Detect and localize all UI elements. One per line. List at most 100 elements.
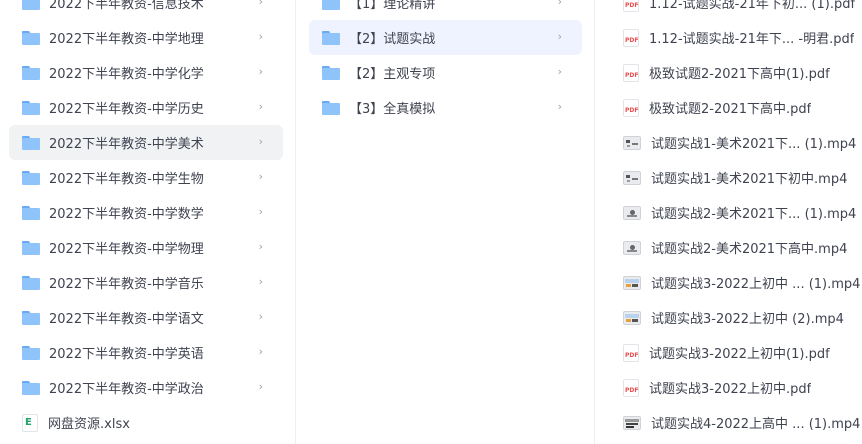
folder-icon [22, 170, 40, 185]
file-item-pdf[interactable]: PDF 1.12-试题实战-21年下初... (1).pdf [596, 0, 862, 20]
file-item-pdf[interactable]: PDF 1.12-试题实战-21年下... -明君.pdf [596, 20, 862, 55]
folder-label: 【2】试题实战 [349, 32, 436, 47]
file-item-video[interactable]: 试题实战3-2022上初中 (2).mp4 [596, 300, 862, 335]
chevron-right-icon: › [258, 240, 263, 253]
file-label: 1.12-试题实战-21年下初... (1).pdf [649, 0, 856, 12]
folder-label: 【3】全真模拟 [349, 102, 436, 117]
file-item-video[interactable]: 试题实战1-美术2021下... (1).mp4 [596, 125, 862, 160]
file-label: 试题实战3-2022上初中 ... (1).mp4 [651, 277, 861, 292]
file-label: 网盘资源.xlsx [48, 417, 130, 432]
file-item-pdf[interactable]: PDF 极致试题2-2021下高中.pdf [596, 90, 862, 125]
folder-icon [22, 100, 40, 115]
file-item-pdf[interactable]: PDF 极致试题2-2021下高中(1).pdf [596, 55, 862, 90]
folder-item-politics[interactable]: 2022下半年教资-中学政治 › [9, 370, 283, 405]
file-label: 试题实战1-美术2021下... (1).mp4 [651, 137, 857, 152]
file-label: 试题实战3-2022上初中(1).pdf [649, 347, 830, 362]
chevron-right-icon: › [258, 275, 263, 288]
folder-item-physics[interactable]: 2022下半年教资-中学物理 › [9, 230, 283, 265]
folder-icon [22, 345, 40, 360]
video-thumbnail-icon [623, 205, 641, 220]
chevron-right-icon: › [258, 345, 263, 358]
chevron-right-icon: › [258, 65, 263, 78]
file-item-video[interactable]: 试题实战2-美术2021下高中.mp4 [596, 230, 862, 265]
folder-item-history[interactable]: 2022下半年教资-中学历史 › [9, 90, 283, 125]
folder-item-info-tech[interactable]: 2022下半年教资-信息技术 › [9, 0, 283, 20]
folder-item-geography[interactable]: 2022下半年教资-中学地理 › [9, 20, 283, 55]
chevron-right-icon: › [258, 100, 263, 113]
folder-item-mock[interactable]: 【3】全真模拟 › [309, 90, 582, 125]
folder-label: 2022下半年教资-中学化学 [49, 67, 204, 82]
folder-label: 2022下半年教资-中学地理 [49, 32, 204, 47]
folder-icon [22, 30, 40, 45]
file-label: 1.12-试题实战-21年下... -明君.pdf [649, 32, 855, 47]
video-thumbnail-icon [623, 275, 641, 290]
file-item-video[interactable]: 试题实战2-美术2021下... (1).mp4 [596, 195, 862, 230]
video-thumbnail-icon [623, 240, 641, 255]
file-label: 试题实战2-美术2021下高中.mp4 [651, 242, 848, 257]
chevron-right-icon: › [557, 100, 562, 113]
folder-item-math[interactable]: 2022下半年教资-中学数学 › [9, 195, 283, 230]
folder-item-theory[interactable]: 【1】理论精讲 › [309, 0, 582, 20]
folder-label: 2022下半年教资-中学美术 [49, 137, 204, 152]
file-item-pdf[interactable]: PDF 试题实战3-2022上初中.pdf [596, 370, 862, 405]
folder-icon [322, 30, 340, 45]
chevron-right-icon: › [557, 65, 562, 78]
folder-label: 【1】理论精讲 [349, 0, 436, 12]
chevron-right-icon: › [258, 205, 263, 218]
folder-item-chinese[interactable]: 2022下半年教资-中学语文 › [9, 300, 283, 335]
video-thumbnail-icon [623, 170, 641, 185]
file-label: 试题实战3-2022上初中.pdf [649, 382, 812, 397]
file-label: 试题实战1-美术2021下初中.mp4 [651, 172, 848, 187]
folder-item-chemistry[interactable]: 2022下半年教资-中学化学 › [9, 55, 283, 90]
folder-icon [22, 0, 40, 10]
folder-list-panel: 2022下半年教资-信息技术 › 2022下半年教资-中学地理 › 2022下半… [0, 0, 296, 444]
folder-icon [22, 240, 40, 255]
file-item-pdf[interactable]: PDF 试题实战3-2022上初中(1).pdf [596, 335, 862, 370]
excel-file-icon: E [22, 413, 38, 432]
chevron-right-icon: › [258, 380, 263, 393]
chevron-right-icon: › [258, 0, 263, 8]
pdf-file-icon: PDF [623, 98, 639, 117]
folder-item-practice[interactable]: 【2】试题实战 › [309, 20, 582, 55]
folder-label: 2022下半年教资-中学政治 [49, 382, 204, 397]
file-item-xlsx[interactable]: E 网盘资源.xlsx [9, 405, 283, 440]
folder-label: 2022下半年教资-中学数学 [49, 207, 204, 222]
folder-icon [22, 275, 40, 290]
folder-label: 2022下半年教资-中学历史 [49, 102, 204, 117]
folder-icon [322, 65, 340, 80]
folder-label: 2022下半年教资-中学语文 [49, 312, 204, 327]
folder-item-biology[interactable]: 2022下半年教资-中学生物 › [9, 160, 283, 195]
video-thumbnail-icon [623, 135, 641, 150]
folder-item-english[interactable]: 2022下半年教资-中学英语 › [9, 335, 283, 370]
folder-item-music[interactable]: 2022下半年教资-中学音乐 › [9, 265, 283, 300]
folder-label: 2022下半年教资-中学生物 [49, 172, 204, 187]
folder-icon [322, 100, 340, 115]
pdf-file-icon: PDF [623, 63, 639, 82]
chevron-right-icon: › [557, 0, 562, 8]
subfolder-list-panel: 【1】理论精讲 › 【2】试题实战 › 【2】主观专项 › 【3】全真模拟 › [297, 0, 595, 444]
chevron-right-icon: › [258, 310, 263, 323]
chevron-right-icon: › [557, 30, 562, 43]
file-label: 试题实战4-2022上高中 ... (1).mp4 [651, 417, 861, 432]
pdf-file-icon: PDF [623, 28, 639, 47]
video-thumbnail-icon [623, 415, 641, 430]
pdf-file-icon: PDF [623, 343, 639, 362]
file-item-video[interactable]: 试题实战3-2022上初中 ... (1).mp4 [596, 265, 862, 300]
folder-icon [322, 0, 340, 10]
chevron-right-icon: › [258, 170, 263, 183]
file-item-video[interactable]: 试题实战4-2022上高中 ... (1).mp4 [596, 405, 862, 440]
folder-item-subjective[interactable]: 【2】主观专项 › [309, 55, 582, 90]
file-label: 极致试题2-2021下高中(1).pdf [649, 67, 830, 82]
chevron-right-icon: › [258, 30, 263, 43]
chevron-right-icon: › [258, 135, 263, 148]
file-list-panel: PDF 1.12-试题实战-21年下初... (1).pdf PDF 1.12-… [596, 0, 862, 444]
folder-label: 【2】主观专项 [349, 67, 436, 82]
folder-item-art[interactable]: 2022下半年教资-中学美术 › [9, 125, 283, 160]
file-label: 试题实战2-美术2021下... (1).mp4 [651, 207, 857, 222]
pdf-file-icon: PDF [623, 0, 639, 12]
folder-icon [22, 310, 40, 325]
video-thumbnail-icon [623, 310, 641, 325]
folder-label: 2022下半年教资-中学物理 [49, 242, 204, 257]
folder-label: 2022下半年教资-中学英语 [49, 347, 204, 362]
file-item-video[interactable]: 试题实战1-美术2021下初中.mp4 [596, 160, 862, 195]
